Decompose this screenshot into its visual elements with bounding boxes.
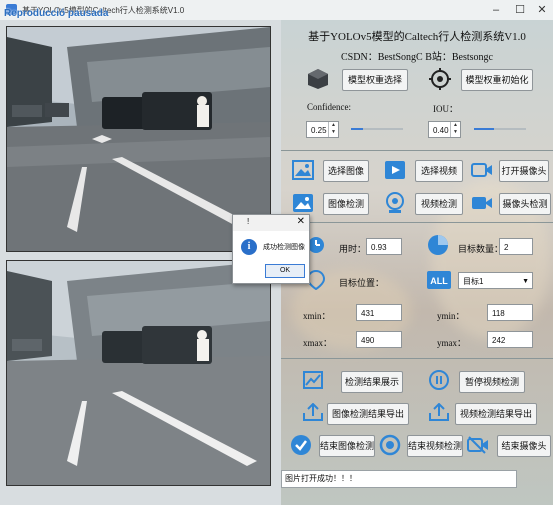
ymin-label: ymin： (437, 311, 465, 321)
confidence-spinbox[interactable]: 0.25 ▲ ▼ (306, 121, 339, 138)
check-circle-icon (291, 435, 311, 455)
app-title: 基于YOLOv5模型的Caltech行人检测系统V1.0 (308, 31, 526, 43)
iou-label: IOU： (433, 104, 458, 114)
dialog-title: ! (247, 217, 250, 226)
target-position-label: 目标位置： (339, 278, 385, 288)
end-camera-button[interactable]: 结束摄像头 (497, 435, 551, 457)
confidence-slider[interactable] (351, 124, 403, 134)
info-icon: i (241, 239, 257, 255)
confidence-value: 0.25 (311, 126, 327, 135)
all-targets-icon: ALL (427, 271, 451, 289)
close-button[interactable]: ✕ (530, 2, 553, 18)
end-video-detect-button[interactable]: 结束视频检测 (407, 435, 463, 457)
webcam-icon (386, 192, 404, 213)
maximize-button[interactable]: ☐ (508, 2, 532, 18)
divider (281, 222, 553, 223)
camera-icon (471, 163, 492, 177)
svg-text:ALL: ALL (430, 276, 448, 286)
target-icon (429, 68, 451, 90)
dialog-body: i 成功检测图像 OK (233, 231, 309, 283)
stop-circle-icon (379, 434, 401, 456)
image-detect-icon (293, 194, 313, 212)
export-image-results-button[interactable]: 图像检测结果导出 (327, 403, 409, 425)
ymax-value: 242 (487, 331, 533, 348)
pause-video-button[interactable]: 暂停视频检测 (459, 371, 525, 393)
image-detect-button[interactable]: 图像检测 (323, 193, 369, 215)
xmin-label: xmin： (303, 311, 331, 321)
target-count-label: 目标数量： (458, 244, 504, 254)
video-icon (385, 161, 405, 179)
show-results-button[interactable]: 检测结果展示 (341, 371, 403, 393)
target-select[interactable]: 目标1 ▼ (458, 272, 533, 289)
xmin-value: 431 (356, 304, 402, 321)
pause-icon (429, 370, 449, 390)
line-chart-icon (303, 371, 323, 389)
minimize-button[interactable]: – (484, 2, 508, 18)
close-icon[interactable]: ✕ (297, 216, 305, 227)
dialog-message: 成功检测图像 (263, 244, 305, 251)
export-video-results-button[interactable]: 视频检测结果导出 (455, 403, 537, 425)
spin-arrows-icon[interactable]: ▲ ▼ (328, 122, 338, 137)
end-image-detect-button[interactable]: 结束图像检测 (319, 435, 375, 457)
author-credits: CSDN：BestSongC B站：Bestsongc (341, 52, 493, 63)
select-video-button[interactable]: 选择视频 (415, 160, 463, 182)
iou-value: 0.40 (433, 126, 449, 135)
cube-icon (308, 69, 328, 89)
init-weights-button[interactable]: 模型权重初始化 (461, 69, 533, 91)
image-icon (292, 160, 314, 180)
confidence-label: Confidence: (307, 102, 351, 112)
chevron-down-icon[interactable]: ▼ (522, 273, 529, 290)
camera-detect-icon (472, 197, 492, 209)
status-bar: 图片打开成功！！！ (281, 470, 517, 488)
ymax-label: ymax： (437, 338, 466, 348)
target-select-value: 目标1 (463, 277, 484, 286)
camera-detect-button[interactable]: 摄像头检测 (499, 193, 551, 215)
time-value: 0.93 (366, 238, 402, 255)
upload-icon (303, 403, 323, 421)
spin-arrows-icon[interactable]: ▲ ▼ (450, 122, 460, 137)
ymin-value: 118 (487, 304, 533, 321)
select-weights-button[interactable]: 模型权重选择 (342, 69, 408, 91)
video-detect-button[interactable]: 视频检测 (415, 193, 463, 215)
divider (281, 358, 553, 359)
playback-overlay-text: Reproducció pausada (4, 8, 109, 19)
divider (281, 150, 553, 151)
window-titlebar: 基于YOLOv5模型的Caltech行人检测系统V1.0 Reproducció… (0, 0, 553, 21)
xmax-label: xmax： (303, 338, 332, 348)
target-count-value: 2 (499, 238, 533, 255)
ok-button[interactable]: OK (265, 264, 305, 278)
xmax-value: 490 (356, 331, 402, 348)
time-label: 用时： (339, 244, 367, 254)
camera-off-icon (467, 436, 488, 454)
select-image-button[interactable]: 选择图像 (323, 160, 369, 182)
message-dialog: ! ✕ i 成功检测图像 OK (232, 214, 310, 284)
iou-spinbox[interactable]: 0.40 ▲ ▼ (428, 121, 461, 138)
upload-icon (429, 403, 449, 421)
pie-chart-icon (428, 235, 448, 255)
open-camera-button[interactable]: 打开摄像头 (499, 160, 549, 182)
control-panel: 基于YOLOv5模型的Caltech行人检测系统V1.0 CSDN：BestSo… (281, 20, 553, 505)
iou-slider[interactable] (474, 124, 526, 134)
detection-result-image (6, 260, 271, 486)
